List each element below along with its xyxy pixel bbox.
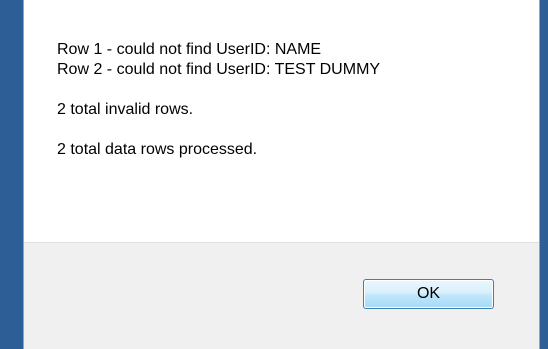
ok-button[interactable]: OK — [363, 279, 494, 309]
window-background-right — [540, 0, 548, 349]
dialog-button-bar: OK — [24, 242, 539, 349]
message-line-invalid-rows: 2 total invalid rows. — [57, 101, 194, 118]
message-line-processed-rows: 2 total data rows processed. — [57, 141, 258, 158]
dialog-message: Row 1 - could not find UserID: NAME Row … — [57, 40, 527, 160]
message-line-row-2: Row 2 - could not find UserID: TEST DUMM… — [57, 61, 381, 78]
message-dialog: Row 1 - could not find UserID: NAME Row … — [23, 0, 540, 349]
message-line-row-1: Row 1 - could not find UserID: NAME — [57, 41, 322, 58]
window-background-left — [0, 0, 23, 349]
